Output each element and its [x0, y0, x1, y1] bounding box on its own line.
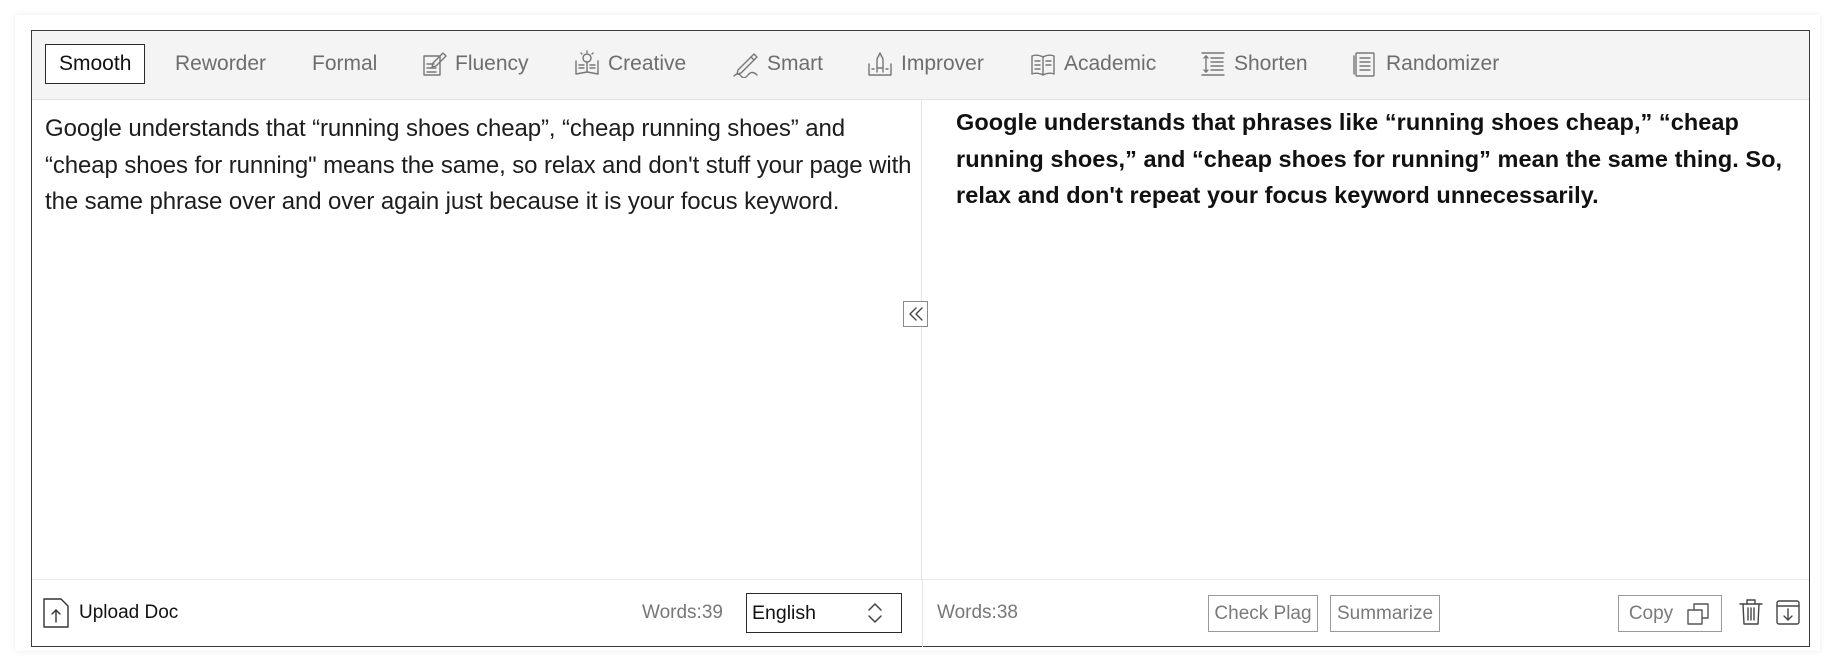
- copy-button[interactable]: Copy: [1618, 595, 1722, 632]
- check-plag-button[interactable]: Check Plag: [1208, 595, 1318, 632]
- tab-creative[interactable]: Creative: [573, 44, 686, 84]
- tab-label: Randomizer: [1386, 52, 1500, 75]
- language-value: English: [752, 601, 816, 624]
- pen-document-icon: [423, 52, 447, 76]
- pencil-up-icon: [868, 52, 892, 76]
- footer-divider: [922, 580, 923, 647]
- upload-doc-button[interactable]: Upload Doc: [42, 596, 178, 630]
- paraphraser-panel: Smooth Reworder Formal Fluency Creative …: [31, 30, 1810, 647]
- double-chevron-left-icon: [908, 307, 923, 321]
- open-book-icon: [1031, 54, 1055, 76]
- pen-sign-icon: [733, 53, 758, 78]
- tab-label: Fluency: [455, 52, 529, 75]
- shorten-lines-icon: [1201, 52, 1225, 76]
- footer-bar: Upload Doc Words:39 English Words:38 Che…: [32, 579, 1809, 647]
- tab-label: Creative: [608, 52, 687, 75]
- summarize-button[interactable]: Summarize: [1330, 595, 1440, 632]
- tab-reworder[interactable]: Reworder: [175, 44, 266, 84]
- copy-icon: [1687, 602, 1709, 625]
- mode-toolbar: Smooth Reworder Formal Fluency Creative …: [32, 31, 1809, 100]
- download-button[interactable]: [1774, 597, 1802, 627]
- output-word-count: Words:38: [937, 602, 1018, 623]
- upload-file-icon: [43, 598, 69, 628]
- tab-randomizer[interactable]: Randomizer: [1351, 44, 1499, 84]
- input-editor[interactable]: Google understands that “running shoes c…: [32, 99, 922, 579]
- tab-smooth[interactable]: Smooth: [45, 44, 146, 84]
- tab-label: Reworder: [175, 52, 267, 75]
- tab-shorten[interactable]: Shorten: [1199, 44, 1308, 84]
- output-editor[interactable]: Google understands that phrases like “ru…: [922, 99, 1809, 579]
- download-icon: [1776, 600, 1800, 625]
- check-plag-label: Check Plag: [1214, 602, 1312, 624]
- tab-smart[interactable]: Smart: [732, 44, 823, 84]
- upload-doc-label: Upload Doc: [79, 602, 179, 623]
- summarize-label: Summarize: [1336, 602, 1434, 624]
- copy-label: Copy: [1628, 602, 1674, 624]
- language-select[interactable]: English: [746, 593, 902, 633]
- tab-label: Smooth: [59, 52, 132, 75]
- chevron-up-down-icon: [868, 603, 882, 623]
- output-text[interactable]: Google understands that phrases like “ru…: [956, 104, 1786, 214]
- tab-label: Academic: [1064, 52, 1157, 75]
- input-word-count: Words:39: [642, 602, 723, 623]
- collapse-button[interactable]: [903, 301, 928, 327]
- delete-button[interactable]: [1737, 597, 1765, 627]
- tab-label: Shorten: [1234, 52, 1308, 75]
- document-lines-icon: [1353, 52, 1375, 77]
- trash-icon: [1739, 599, 1763, 625]
- tab-formal[interactable]: Formal: [312, 44, 377, 84]
- tab-label: Smart: [767, 52, 824, 75]
- input-text[interactable]: Google understands that “running shoes c…: [45, 111, 915, 221]
- tab-label: Improver: [901, 52, 984, 75]
- tab-fluency[interactable]: Fluency: [420, 44, 529, 84]
- tab-academic[interactable]: Academic: [1029, 44, 1156, 84]
- tab-label: Formal: [312, 52, 378, 75]
- lightbulb-book-icon: [575, 50, 599, 75]
- tab-improver[interactable]: Improver: [866, 44, 984, 84]
